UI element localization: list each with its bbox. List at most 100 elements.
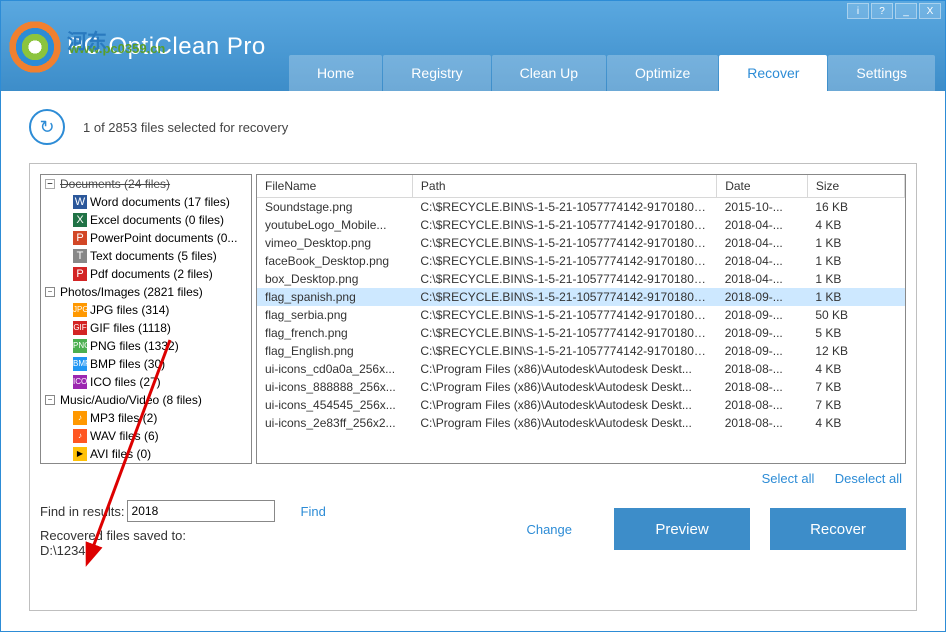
cell-path: C:\Program Files (x86)\Autodesk\Autodesk… xyxy=(412,378,716,396)
tree-item[interactable]: ♪MP3 files (2) xyxy=(41,409,251,427)
col-filename[interactable]: FileName xyxy=(257,175,412,198)
tab-registry[interactable]: Registry xyxy=(383,55,490,91)
cell-name: flag_English.png xyxy=(257,342,412,360)
refresh-icon[interactable]: ↻ xyxy=(29,109,65,145)
cell-name: Soundstage.png xyxy=(257,198,412,217)
tree-item[interactable]: PNGPNG files (1332) xyxy=(41,337,251,355)
tab-settings[interactable]: Settings xyxy=(828,55,935,91)
tab-recover[interactable]: Recover xyxy=(719,55,827,91)
cell-name: flag_french.png xyxy=(257,324,412,342)
cell-date: 2018-09-... xyxy=(717,342,808,360)
tree-item[interactable]: WWord documents (17 files) xyxy=(41,193,251,211)
tree-item-label: Word documents (17 files) xyxy=(90,195,230,209)
saved-to-label: Recovered files saved to: xyxy=(40,528,520,543)
table-row[interactable]: ui-icons_454545_256x...C:\Program Files … xyxy=(257,396,905,414)
overlay-watermark: 河东 xyxy=(67,25,107,54)
cell-size: 4 KB xyxy=(807,216,904,234)
cell-name: flag_spanish.png xyxy=(257,288,412,306)
cell-date: 2018-04-... xyxy=(717,252,808,270)
change-link[interactable]: Change xyxy=(526,522,572,537)
tree-item[interactable]: XExcel documents (0 files) xyxy=(41,211,251,229)
cell-name: ui-icons_888888_256x... xyxy=(257,378,412,396)
tree-item-label: GIF files (1118) xyxy=(90,321,171,335)
deselect-all-link[interactable]: Deselect all xyxy=(835,471,902,486)
category-tree[interactable]: − Documents (24 files) WWord documents (… xyxy=(40,174,252,464)
file-type-icon: ▶ xyxy=(73,447,87,461)
cell-date: 2018-08-... xyxy=(717,378,808,396)
table-row[interactable]: flag_English.pngC:\$RECYCLE.BIN\S-1-5-21… xyxy=(257,342,905,360)
table-row[interactable]: youtubeLogo_Mobile...C:\$RECYCLE.BIN\S-1… xyxy=(257,216,905,234)
find-button[interactable]: Find xyxy=(301,504,326,519)
expander-icon[interactable]: − xyxy=(45,395,55,405)
tree-label: Music/Audio/Video (8 files) xyxy=(60,393,202,407)
recover-button[interactable]: Recover xyxy=(770,508,906,550)
table-row[interactable]: ui-icons_cd0a0a_256x...C:\Program Files … xyxy=(257,360,905,378)
file-table[interactable]: FileName Path Date Size Soundstage.pngC:… xyxy=(256,174,906,464)
tree-item-label: AVI files (0) xyxy=(90,447,151,461)
cell-path: C:\Program Files (x86)\Autodesk\Autodesk… xyxy=(412,414,716,432)
minimize-button[interactable]: _ xyxy=(895,3,917,19)
tree-item-label: Pdf documents (2 files) xyxy=(90,267,213,281)
cell-size: 1 KB xyxy=(807,252,904,270)
tree-item-label: ICO files (27) xyxy=(90,375,161,389)
cell-name: flag_serbia.png xyxy=(257,306,412,324)
find-input[interactable] xyxy=(127,500,275,522)
table-row[interactable]: flag_spanish.pngC:\$RECYCLE.BIN\S-1-5-21… xyxy=(257,288,905,306)
table-row[interactable]: Soundstage.pngC:\$RECYCLE.BIN\S-1-5-21-1… xyxy=(257,198,905,217)
tree-item[interactable]: ♪WAV files (6) xyxy=(41,427,251,445)
tree-item[interactable]: BMPBMP files (30) xyxy=(41,355,251,373)
help-button[interactable]: ? xyxy=(871,3,893,19)
cell-date: 2018-09-... xyxy=(717,324,808,342)
cell-name: vimeo_Desktop.png xyxy=(257,234,412,252)
table-row[interactable]: faceBook_Desktop.pngC:\$RECYCLE.BIN\S-1-… xyxy=(257,252,905,270)
expander-icon[interactable]: − xyxy=(45,287,55,297)
select-all-link[interactable]: Select all xyxy=(762,471,815,486)
tree-group-media[interactable]: − Music/Audio/Video (8 files) xyxy=(41,391,251,409)
tree-item[interactable]: GIFGIF files (1118) xyxy=(41,319,251,337)
cell-path: C:\$RECYCLE.BIN\S-1-5-21-1057774142-9170… xyxy=(412,288,716,306)
tree-item-label: Text documents (5 files) xyxy=(90,249,217,263)
tab-optimize[interactable]: Optimize xyxy=(607,55,718,91)
cell-path: C:\$RECYCLE.BIN\S-1-5-21-1057774142-9170… xyxy=(412,270,716,288)
tree-item[interactable]: PPdf documents (2 files) xyxy=(41,265,251,283)
file-type-icon: GIF xyxy=(73,321,87,335)
cell-date: 2018-08-... xyxy=(717,414,808,432)
info-button[interactable]: i xyxy=(847,3,869,19)
table-row[interactable]: ui-icons_2e83ff_256x2...C:\Program Files… xyxy=(257,414,905,432)
col-path[interactable]: Path xyxy=(412,175,716,198)
tree-item[interactable]: TText documents (5 files) xyxy=(41,247,251,265)
cell-name: ui-icons_2e83ff_256x2... xyxy=(257,414,412,432)
table-row[interactable]: box_Desktop.pngC:\$RECYCLE.BIN\S-1-5-21-… xyxy=(257,270,905,288)
table-row[interactable]: ui-icons_888888_256x...C:\Program Files … xyxy=(257,378,905,396)
window-header: i ? _ X 河东 PC OptiClean Pro www.pc0359.c… xyxy=(1,1,945,91)
tab-clean-up[interactable]: Clean Up xyxy=(492,55,606,91)
table-row[interactable]: flag_french.pngC:\$RECYCLE.BIN\S-1-5-21-… xyxy=(257,324,905,342)
tab-home[interactable]: Home xyxy=(289,55,382,91)
close-button[interactable]: X xyxy=(919,3,941,19)
col-date[interactable]: Date xyxy=(717,175,808,198)
file-type-icon: PNG xyxy=(73,339,87,353)
tree-item[interactable]: ▶AVI files (0) xyxy=(41,445,251,463)
table-row[interactable]: vimeo_Desktop.pngC:\$RECYCLE.BIN\S-1-5-2… xyxy=(257,234,905,252)
preview-button[interactable]: Preview xyxy=(614,508,750,550)
file-type-icon: BMP xyxy=(73,357,87,371)
tree-group-photos[interactable]: − Photos/Images (2821 files) xyxy=(41,283,251,301)
cell-size: 1 KB xyxy=(807,270,904,288)
tree-label: Photos/Images (2821 files) xyxy=(60,285,203,299)
cell-size: 4 KB xyxy=(807,360,904,378)
tree-item[interactable]: PPowerPoint documents (0... xyxy=(41,229,251,247)
cell-date: 2018-08-... xyxy=(717,360,808,378)
cell-path: C:\Program Files (x86)\Autodesk\Autodesk… xyxy=(412,360,716,378)
tree-group-documents[interactable]: − Documents (24 files) xyxy=(41,175,251,193)
expander-icon[interactable]: − xyxy=(45,179,55,189)
cell-name: faceBook_Desktop.png xyxy=(257,252,412,270)
cell-size: 16 KB xyxy=(807,198,904,217)
table-row[interactable]: flag_serbia.pngC:\$RECYCLE.BIN\S-1-5-21-… xyxy=(257,306,905,324)
cell-path: C:\$RECYCLE.BIN\S-1-5-21-1057774142-9170… xyxy=(412,234,716,252)
tree-item[interactable]: ICOICO files (27) xyxy=(41,373,251,391)
cell-date: 2018-04-... xyxy=(717,216,808,234)
tree-item[interactable]: JPGJPG files (314) xyxy=(41,301,251,319)
cell-path: C:\$RECYCLE.BIN\S-1-5-21-1057774142-9170… xyxy=(412,324,716,342)
col-size[interactable]: Size xyxy=(807,175,904,198)
tree-item-label: JPG files (314) xyxy=(90,303,169,317)
